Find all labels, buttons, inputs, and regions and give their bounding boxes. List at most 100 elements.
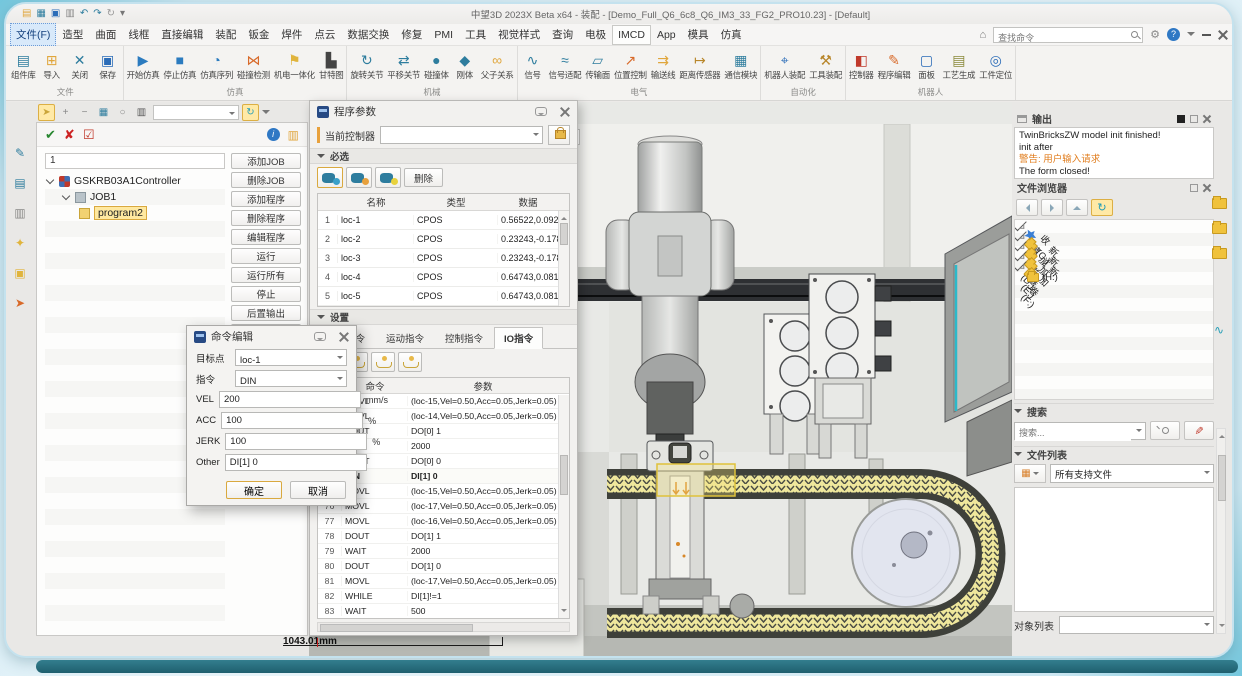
- info-icon[interactable]: i: [267, 128, 280, 141]
- ribbon-button[interactable]: ⇉输送线: [649, 51, 678, 82]
- ribbon-button[interactable]: ⋈碰撞检测: [235, 51, 272, 82]
- dock-tool-icon[interactable]: ➤: [15, 296, 25, 310]
- document-tool-icon[interactable]: ○: [114, 104, 131, 121]
- point-row[interactable]: 2 loc-2 CPOS 0.23243,-0.1781,0.89254,180…: [318, 230, 569, 249]
- dock-tool-icon[interactable]: ✦: [15, 236, 25, 250]
- ribbon-button[interactable]: ▦通信模块: [722, 51, 759, 82]
- ribbon-button[interactable]: ⊞导入: [38, 51, 66, 82]
- output-log[interactable]: TwinBricksZW model init finished!init af…: [1014, 127, 1214, 179]
- ribbon-button[interactable]: ◔仿真序列: [198, 51, 235, 82]
- point-row[interactable]: 4 loc-4 CPOS 0.64743,0.081903,1.0325,180…: [318, 268, 569, 287]
- confirm-icon[interactable]: ✔: [45, 127, 56, 143]
- settings-section-header[interactable]: 设置: [310, 309, 577, 325]
- document-tool-icon[interactable]: ▥: [133, 104, 150, 121]
- help-icon[interactable]: ?: [1167, 28, 1180, 41]
- apply-checkbox-icon[interactable]: ☑: [83, 127, 95, 143]
- point-row[interactable]: 1 loc-1 CPOS 0.56522,0.092954,1.2836,180…: [318, 211, 569, 230]
- command-search-input[interactable]: [994, 31, 1118, 45]
- expander-icon[interactable]: [1020, 263, 1025, 268]
- menu-tab[interactable]: 视觉样式: [492, 23, 546, 46]
- instruction-tab[interactable]: 控制指令: [435, 327, 493, 348]
- back-button[interactable]: [1016, 199, 1038, 216]
- ribbon-button[interactable]: ▙甘特图: [317, 51, 346, 82]
- command-row[interactable]: 81 MOVL (loc-17,Vel=0.50,Acc=0.05,Jerk=0…: [318, 574, 569, 589]
- instruction-select[interactable]: DIN: [235, 370, 347, 387]
- ribbon-button[interactable]: ↻旋转关节: [348, 51, 385, 82]
- ribbon-button[interactable]: ⇄平移关节: [385, 51, 422, 82]
- search-section-header[interactable]: 搜索: [1014, 403, 1214, 419]
- delete-point-button[interactable]: 删除: [404, 168, 443, 187]
- cancel-icon[interactable]: ✘: [64, 127, 75, 143]
- filter-combobox[interactable]: [153, 105, 239, 120]
- menu-tab[interactable]: PMI: [428, 25, 459, 45]
- ribbon-button[interactable]: ≈信号适配: [547, 51, 584, 82]
- cancel-button[interactable]: 取消: [290, 481, 346, 499]
- menu-tab[interactable]: 数据交换: [341, 23, 395, 46]
- menu-tab[interactable]: 查询: [546, 23, 579, 46]
- ribbon-button[interactable]: ▤组件库: [9, 51, 38, 82]
- program-action-button[interactable]: 停止: [231, 286, 301, 302]
- float-icon[interactable]: [1190, 184, 1198, 192]
- record-group-button[interactable]: [346, 167, 372, 188]
- quick-access-icon[interactable]: ↻: [107, 8, 115, 20]
- command-row[interactable]: 79 WAIT 2000: [318, 544, 569, 559]
- jerk-input[interactable]: [225, 433, 367, 450]
- ribbon-button[interactable]: ◆刚体: [451, 51, 479, 82]
- menu-tab[interactable]: 焊件: [275, 23, 308, 46]
- ribbon-button[interactable]: ◧控制器: [847, 51, 876, 82]
- ribbon-button[interactable]: ⚒工具装配: [807, 51, 844, 82]
- lock-edit-button[interactable]: [548, 125, 570, 145]
- view-mode-button[interactable]: ▦: [1014, 464, 1046, 483]
- row-number-cell[interactable]: 1: [45, 153, 225, 169]
- ribbon-button[interactable]: ▢面板: [912, 51, 940, 82]
- quick-access-icon[interactable]: ↶: [80, 8, 88, 20]
- dock-tool-icon[interactable]: ▥: [14, 206, 25, 220]
- menu-tab[interactable]: 电极: [579, 23, 612, 46]
- quick-access-icon[interactable]: ▣: [51, 8, 60, 20]
- document-tool-icon[interactable]: +: [57, 104, 74, 121]
- close-icon[interactable]: [339, 332, 349, 342]
- file-list[interactable]: [1014, 487, 1214, 612]
- menu-tab[interactable]: 造型: [56, 23, 89, 46]
- ribbon-button[interactable]: ∿信号: [519, 51, 547, 82]
- close-button[interactable]: [1218, 30, 1228, 40]
- ribbon-button[interactable]: ▱传输面: [583, 51, 612, 82]
- file-type-filter[interactable]: 所有支持文件: [1050, 464, 1214, 483]
- ribbon-button[interactable]: ⌖机器人装配: [762, 51, 807, 82]
- menu-tab[interactable]: 工具: [459, 23, 492, 46]
- tree-node-controller[interactable]: GSKRB03A1Controller: [45, 173, 225, 189]
- expander-icon[interactable]: [46, 175, 54, 183]
- dock-tool-icon[interactable]: ▣: [14, 266, 25, 280]
- point-row[interactable]: 3 loc-3 CPOS 0.23243,-0.1781,1.1535,180,…: [318, 249, 569, 268]
- command-row[interactable]: 77 MOVL (loc-16,Vel=0.50,Acc=0.05,Jerk=0…: [318, 514, 569, 529]
- ribbon-button[interactable]: ▣保存: [94, 51, 122, 82]
- quick-access-icon[interactable]: ▦: [36, 8, 45, 20]
- command-row[interactable]: 78 DOUT DO[1] 1: [318, 529, 569, 544]
- command-row[interactable]: 82 WHILE DI[1]!=1: [318, 589, 569, 604]
- ribbon-button[interactable]: ▤工艺生成: [940, 51, 977, 82]
- tree-node-program[interactable]: program2: [45, 205, 225, 221]
- float-icon[interactable]: [1190, 115, 1198, 123]
- program-action-button[interactable]: 删除JOB: [231, 172, 301, 188]
- close-icon[interactable]: [560, 107, 570, 117]
- command-row[interactable]: 83 WAIT 500: [318, 604, 569, 619]
- program-action-button[interactable]: 运行: [231, 248, 301, 264]
- menu-tab[interactable]: IMCD: [612, 25, 651, 45]
- quick-access-icon[interactable]: ▤: [22, 8, 31, 20]
- scrollbar[interactable]: [558, 395, 569, 618]
- object-list-select[interactable]: [1059, 616, 1214, 634]
- ribbon-button[interactable]: ●碰撞体: [422, 51, 451, 82]
- drive-tree[interactable]: 收藏 (C:) 新加卷(D:): [1014, 219, 1214, 400]
- required-section-header[interactable]: 必选: [310, 148, 577, 164]
- menu-tab[interactable]: 修复: [395, 23, 428, 46]
- menu-tab[interactable]: 装配: [209, 23, 242, 46]
- dock-tool-icon[interactable]: ✎: [15, 146, 25, 160]
- comment-icon[interactable]: [314, 332, 326, 341]
- ribbon-button[interactable]: ∞父子关系: [479, 51, 516, 82]
- quick-access-icon[interactable]: ↷: [93, 8, 101, 20]
- menu-tab[interactable]: 仿真: [715, 23, 748, 46]
- resources-folder-icon[interactable]: [1212, 248, 1227, 259]
- ribbon-button[interactable]: ▶开始仿真: [125, 51, 162, 82]
- search-combobox[interactable]: [1014, 422, 1146, 440]
- program-action-button[interactable]: 添加JOB: [231, 153, 301, 169]
